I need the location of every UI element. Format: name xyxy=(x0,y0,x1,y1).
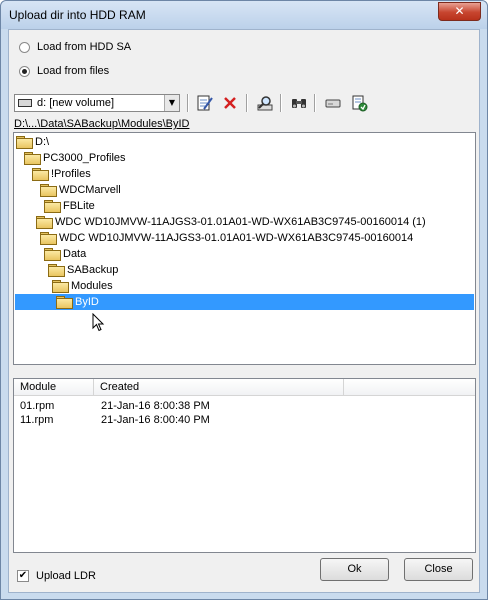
folder-open-icon xyxy=(40,184,57,197)
tree-item[interactable]: Modules xyxy=(52,278,113,294)
drive-select[interactable]: d: [new volume] ▼ xyxy=(14,94,180,112)
refresh-button[interactable] xyxy=(348,93,370,113)
toolbar-separator xyxy=(280,94,282,112)
folder-open-icon xyxy=(44,248,61,261)
list-header: Module Created xyxy=(14,379,475,396)
toolbar: d: [new volume] ▼ xyxy=(14,92,474,114)
toolbar-separator xyxy=(187,94,189,112)
column-header-created[interactable]: Created xyxy=(94,379,344,396)
module-cell: 11.rpm xyxy=(20,414,54,426)
tree-item-label: ByID xyxy=(75,296,99,308)
drive-icon xyxy=(18,99,32,107)
load-from-files-option[interactable]: Load from files xyxy=(19,63,109,79)
close-icon: ✕ xyxy=(454,4,465,18)
binoculars-icon xyxy=(292,99,306,108)
upload-ldr-label: Upload LDR xyxy=(36,570,96,582)
folder-open-icon xyxy=(44,200,61,213)
column-header-module[interactable]: Module xyxy=(14,379,94,396)
tree-item-selected[interactable]: ByID xyxy=(15,294,474,310)
tree-item[interactable]: SABackup xyxy=(48,262,118,278)
toolbar-separator xyxy=(314,94,316,112)
tree-item-label: Data xyxy=(63,248,87,260)
folder-open-icon xyxy=(24,152,41,165)
tree-item-label: WDCMarvell xyxy=(59,184,121,196)
table-row[interactable]: 01.rpm 21-Jan-16 8:00:38 PM xyxy=(14,399,475,413)
load-from-hdd-label: Load from HDD SA xyxy=(37,41,132,53)
load-from-hdd-option[interactable]: Load from HDD SA xyxy=(19,39,131,55)
close-button[interactable]: Close xyxy=(404,558,473,581)
folder-open-icon xyxy=(48,264,65,277)
edit-button[interactable] xyxy=(194,93,216,113)
drive-select-value: d: [new volume] xyxy=(37,97,115,109)
find-button[interactable] xyxy=(288,93,310,113)
module-list[interactable]: Module Created 01.rpm 21-Jan-16 8:00:38 … xyxy=(13,378,476,553)
close-window-button[interactable]: ✕ xyxy=(438,2,481,21)
tree-item-label: FBLite xyxy=(63,200,95,212)
tree-item[interactable]: WDC WD10JMVW-11AJGS3-01.01A01-WD-WX61AB3… xyxy=(40,230,413,246)
search-button[interactable] xyxy=(254,93,276,113)
tree-item[interactable]: D:\ xyxy=(16,134,49,150)
chevron-down-icon[interactable]: ▼ xyxy=(164,95,179,111)
load-from-hdd-radio[interactable] xyxy=(19,41,30,53)
upload-ldr-option[interactable]: ✔ Upload LDR xyxy=(17,568,96,584)
table-row[interactable]: 11.rpm 21-Jan-16 8:00:40 PM xyxy=(14,413,475,427)
module-cell: 01.rpm xyxy=(20,400,55,412)
tree-item-label: SABackup xyxy=(67,264,119,276)
tree-item-label: PC3000_Profiles xyxy=(43,152,126,164)
tree-item[interactable]: WDCMarvell xyxy=(40,182,121,198)
drive-icon xyxy=(325,99,341,108)
refresh-icon xyxy=(352,95,368,112)
tree-item[interactable]: FBLite xyxy=(44,198,95,214)
toolbar-separator xyxy=(246,94,248,112)
tree-item-label: D:\ xyxy=(35,136,50,148)
tree-item[interactable]: Data xyxy=(44,246,86,262)
tree-item-label: WDC WD10JMVW-11AJGS3-01.01A01-WD-WX61AB3… xyxy=(59,232,414,244)
created-cell: 21-Jan-16 8:00:38 PM xyxy=(101,400,210,412)
created-cell: 21-Jan-16 8:00:40 PM xyxy=(101,414,210,426)
load-from-files-label: Load from files xyxy=(37,65,110,77)
mouse-cursor-icon xyxy=(92,313,105,332)
drive-button[interactable] xyxy=(322,93,344,113)
tree-item[interactable]: PC3000_Profiles xyxy=(24,150,126,166)
ok-button[interactable]: Ok xyxy=(320,558,389,581)
folder-open-icon xyxy=(56,296,73,309)
folder-open-icon xyxy=(40,232,57,245)
folder-open-icon xyxy=(36,216,53,229)
dialog-window: Upload dir into HDD RAM ✕ Load from HDD … xyxy=(0,0,488,600)
folder-open-icon xyxy=(16,136,33,149)
current-path[interactable]: D:\...\Data\SABackup\Modules\ByID xyxy=(14,118,189,130)
tree-item[interactable]: !Profiles xyxy=(32,166,91,182)
tree-item[interactable]: WDC WD10JMVW-11AJGS3-01.01A01-WD-WX61AB3… xyxy=(36,214,426,230)
upload-ldr-checkbox[interactable]: ✔ xyxy=(17,570,29,582)
delete-icon xyxy=(224,97,236,109)
tree-item-label: WDC WD10JMVW-11AJGS3-01.01A01-WD-WX61AB3… xyxy=(55,216,426,228)
tree-item-label: Modules xyxy=(71,280,113,292)
dialog-client: Load from HDD SA Load from files d: [new… xyxy=(8,29,480,593)
folder-open-icon xyxy=(32,168,49,181)
folder-open-icon xyxy=(52,280,69,293)
delete-button[interactable] xyxy=(219,93,241,113)
title-bar[interactable]: Upload dir into HDD RAM ✕ xyxy=(1,1,487,29)
load-from-files-radio[interactable] xyxy=(19,65,30,77)
tree-item-label: !Profiles xyxy=(51,168,91,180)
search-icon xyxy=(257,96,273,111)
folder-tree[interactable]: D:\ PC3000_Profiles !Profiles WDCMarvell… xyxy=(13,132,476,365)
edit-icon xyxy=(197,95,213,111)
window-title: Upload dir into HDD RAM xyxy=(9,8,146,22)
